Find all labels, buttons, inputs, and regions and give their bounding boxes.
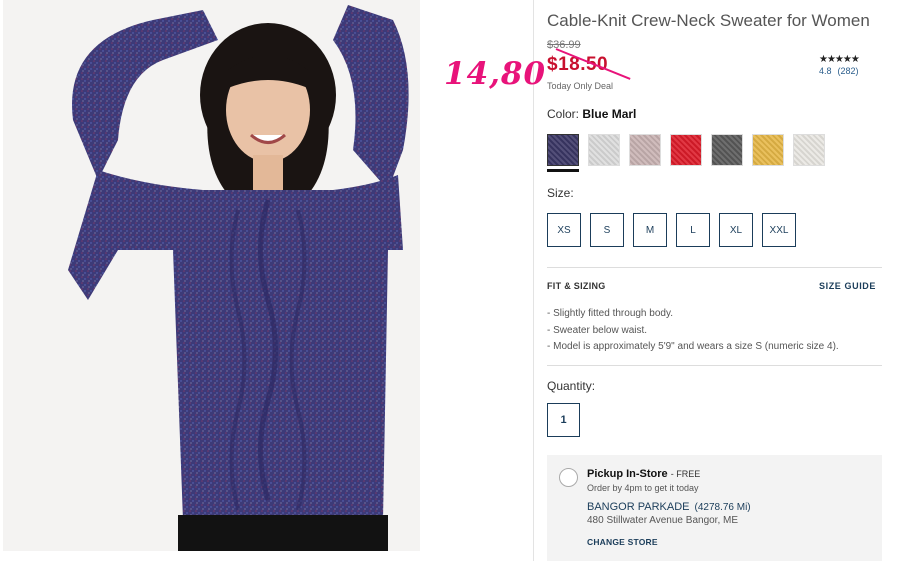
store-address: 480 Stillwater Avenue Bangor, ME (587, 515, 739, 526)
swatch-yellow[interactable] (752, 134, 784, 166)
pickup-order-note: Order by 4pm to get it today (587, 483, 699, 493)
fit-details: Slightly fitted through body. Sweater be… (547, 306, 839, 356)
original-price: $36.99 (547, 39, 581, 51)
fit-sizing-title: FIT & SIZING (547, 281, 606, 291)
swatch-red[interactable] (670, 134, 702, 166)
product-photo-illustration (68, 5, 409, 551)
swatch-cream[interactable] (793, 134, 825, 166)
overlay-price-annotation: 14,80 (444, 56, 547, 92)
store-name-text: BANGOR PARKADE (587, 501, 690, 513)
size-guide-link[interactable]: SIZE GUIDE (819, 281, 876, 291)
fit-detail-item: Sweater below waist. (547, 323, 839, 340)
review-count[interactable]: (282) (838, 66, 859, 76)
quantity-label: Quantity: (547, 379, 596, 393)
size-label: Size: (547, 186, 574, 200)
swatch-light-gray[interactable] (588, 134, 620, 166)
store-name: BANGOR PARKADE (4278.76 Mi) (587, 501, 751, 513)
rating[interactable]: ★★★★★ 4.8 (282) (819, 54, 865, 76)
pickup-title-text: Pickup In-Store (587, 468, 668, 480)
size-button-xl[interactable]: XL (719, 213, 753, 247)
size-button-xxl[interactable]: XXL (762, 213, 796, 247)
swatch-charcoal[interactable] (711, 134, 743, 166)
selected-swatch-indicator (547, 169, 579, 172)
selected-color: Blue Marl (582, 107, 637, 121)
star-rating-icon: ★★★★★ (819, 54, 860, 65)
pickup-radio[interactable] (559, 468, 578, 487)
color-label-text: Color: (547, 107, 580, 121)
product-title: Cable-Knit Crew-Neck Sweater for Women (547, 11, 870, 30)
deal-note: Today Only Deal (547, 81, 614, 91)
pickup-in-store-panel: Pickup In-Store - FREE Order by 4pm to g… (547, 455, 882, 561)
pickup-free: - FREE (670, 469, 701, 479)
pickup-title: Pickup In-Store - FREE (587, 468, 700, 480)
color-swatches (547, 134, 825, 166)
divider (547, 267, 882, 268)
swatch-pink[interactable] (629, 134, 661, 166)
size-button-s[interactable]: S (590, 213, 624, 247)
store-distance: (4278.76 Mi) (694, 502, 751, 513)
size-options: XS S M L XL XXL (547, 213, 796, 247)
fit-detail-item: Slightly fitted through body. (547, 306, 839, 323)
product-image[interactable] (3, 0, 420, 551)
color-label: Color: Blue Marl (547, 107, 636, 121)
divider (547, 365, 882, 366)
swatch-blue-marl[interactable] (547, 134, 579, 166)
rating-summary[interactable]: 4.8 (282) (819, 66, 865, 76)
rating-value: 4.8 (819, 66, 832, 76)
quantity-selector[interactable]: 1 (547, 403, 580, 437)
size-button-l[interactable]: L (676, 213, 710, 247)
size-button-m[interactable]: M (633, 213, 667, 247)
change-store-link[interactable]: CHANGE STORE (587, 537, 658, 547)
fit-detail-item: Model is approximately 5'9" and wears a … (547, 339, 839, 356)
size-button-xs[interactable]: XS (547, 213, 581, 247)
